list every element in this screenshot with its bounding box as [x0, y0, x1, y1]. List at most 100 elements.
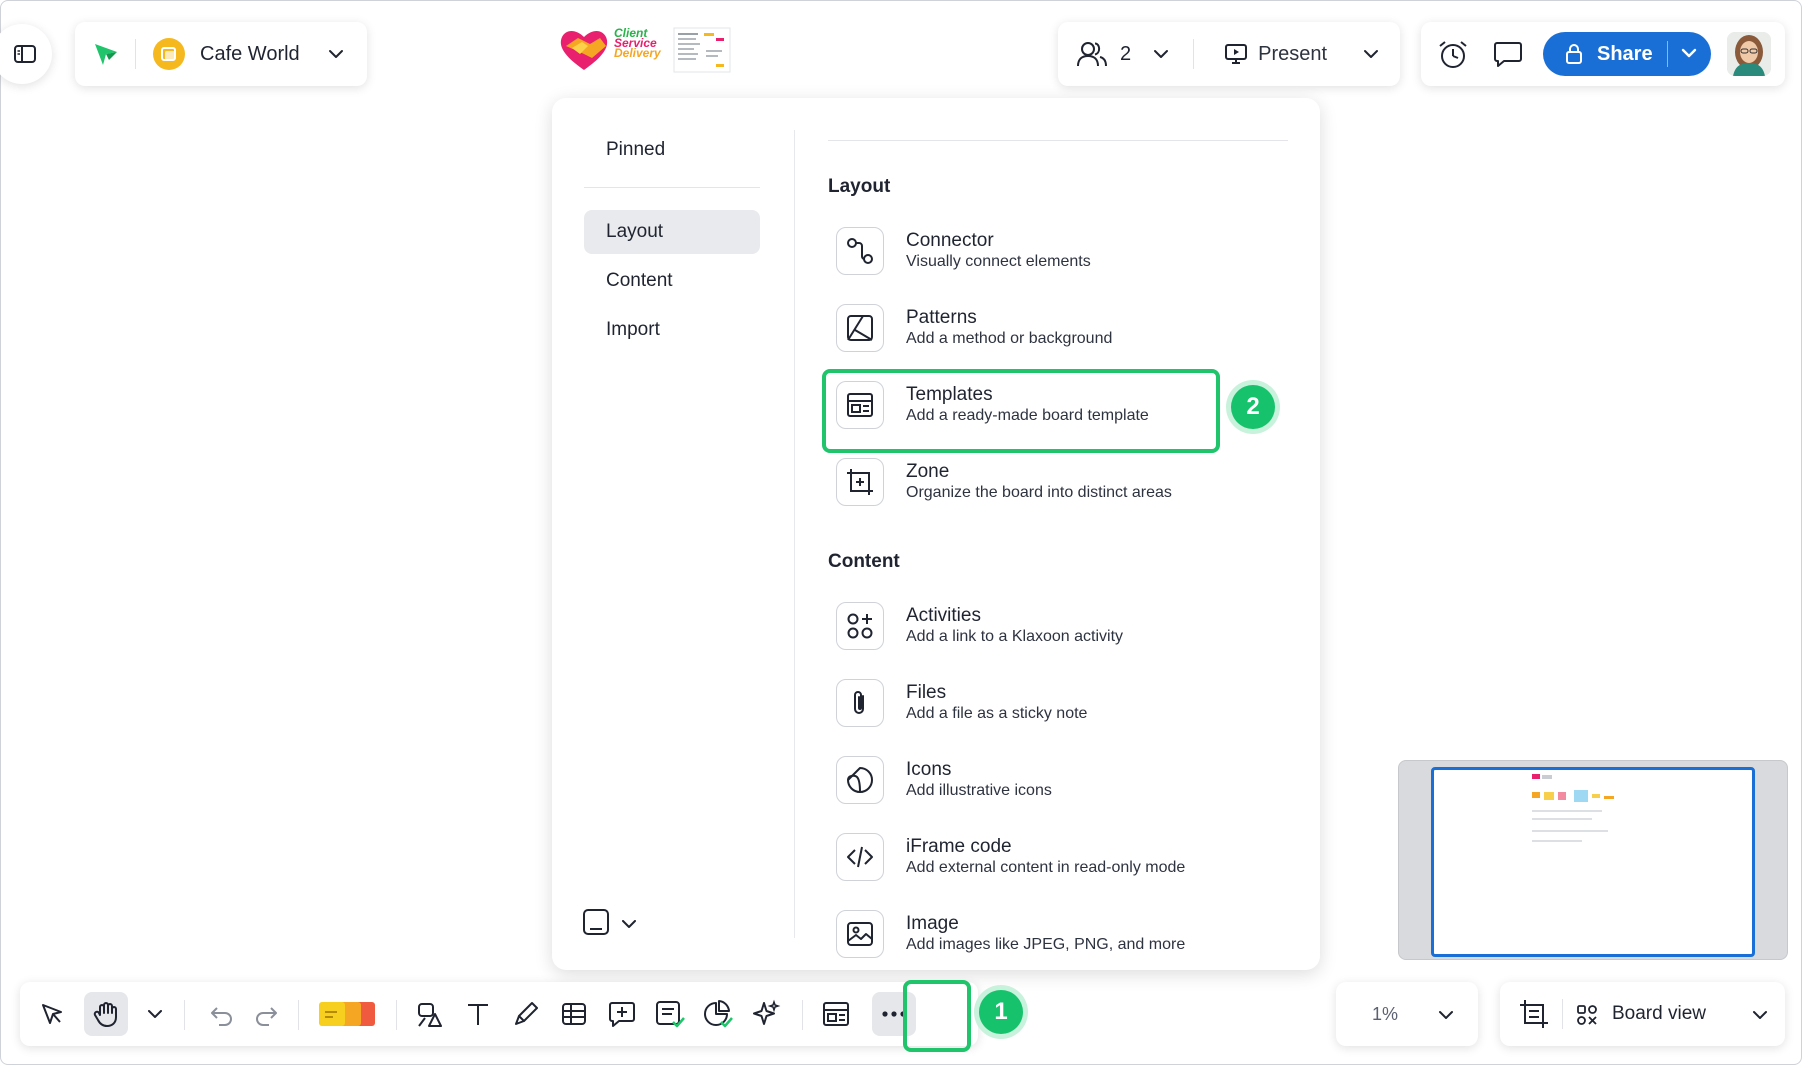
zoom-level: 1% [1372, 1004, 1399, 1024]
board-avatar-icon [152, 37, 186, 71]
templates-icon [821, 999, 851, 1029]
note-check-icon [654, 999, 686, 1029]
item-title: Activities [906, 605, 981, 626]
participants-count: 2 [1120, 42, 1132, 65]
chevron-down-icon[interactable] [1363, 49, 1379, 59]
comment-tool-button[interactable] [600, 992, 644, 1036]
insert-menu: Pinned Layout Content Import Layout Conn… [552, 98, 1320, 970]
pie-check-icon [702, 999, 734, 1029]
comment-icon[interactable] [1493, 40, 1523, 68]
share-button[interactable]: Share [1543, 32, 1711, 76]
logo-text-3: Delivery [614, 46, 661, 60]
chevron-down-icon[interactable] [1681, 48, 1697, 58]
users-icon[interactable] [1076, 40, 1108, 68]
menu-item-activities[interactable]: Activities Add a link to a Klaxoon activi… [836, 591, 1276, 661]
zoom-control[interactable]: 1% [1336, 982, 1478, 1046]
text-tool-button[interactable] [456, 992, 500, 1036]
menu-category-pinned[interactable]: Pinned [584, 128, 760, 172]
item-title: iFrame code [906, 836, 1012, 857]
pen-icon [512, 1000, 540, 1028]
item-title: Connector [906, 230, 994, 251]
item-description: Add images like JPEG, PNG, and more [906, 936, 1186, 953]
chevron-down-icon[interactable] [328, 49, 344, 59]
hand-icon [92, 1000, 120, 1028]
menu-item-image[interactable]: Image Add images like JPEG, PNG, and more [836, 899, 1276, 969]
pointer-icon [39, 1001, 65, 1027]
undo-button[interactable] [200, 992, 244, 1036]
add-comment-icon [607, 1000, 637, 1028]
sparkle-icon [751, 999, 781, 1029]
chevron-down-icon[interactable] [148, 1010, 162, 1018]
item-title: Image [906, 913, 959, 934]
menu-item-zone[interactable]: Zone Organize the board into distinct are… [836, 447, 1276, 517]
item-description: Add a link to a Klaxoon activity [906, 628, 1124, 645]
divider [1193, 39, 1195, 69]
timer-icon[interactable] [1437, 38, 1469, 70]
shapes-tool-button[interactable] [408, 992, 452, 1036]
table-icon [560, 1000, 588, 1028]
menu-categories: Pinned Layout Content Import [584, 128, 760, 357]
redo-button[interactable] [244, 992, 288, 1036]
patterns-icon [845, 313, 875, 343]
chevron-down-icon[interactable] [622, 920, 636, 928]
board-view-icon [1576, 1004, 1598, 1026]
klaxoon-logo-icon [93, 41, 119, 67]
step-badge-1: 1 [974, 985, 1028, 1039]
undo-icon [209, 1002, 235, 1026]
sticky-notes-icon [315, 999, 379, 1029]
minimap-viewport[interactable] [1431, 767, 1755, 957]
templates-tool-button[interactable] [814, 992, 858, 1036]
item-title: Patterns [906, 307, 977, 328]
board-selector[interactable]: Cafe World [75, 22, 367, 86]
bottom-toolbar [20, 982, 978, 1046]
ai-tool-button[interactable] [744, 992, 788, 1036]
pen-tool-button[interactable] [504, 992, 548, 1036]
item-title: Icons [906, 759, 952, 780]
menu-item-files[interactable]: Files Add a file as a sticky note [836, 668, 1276, 738]
vote-tool-button[interactable] [648, 992, 692, 1036]
menu-category-import[interactable]: Import [584, 308, 760, 352]
board-view-label[interactable]: Board view [1612, 1003, 1706, 1025]
menu-category-layout[interactable]: Layout [584, 210, 760, 254]
user-avatar[interactable] [1727, 32, 1771, 76]
divider [135, 39, 136, 69]
tools-bar: Share [1421, 22, 1785, 86]
item-description: Add external content in read-only mode [906, 859, 1186, 876]
item-description: Organize the board into distinct areas [906, 484, 1172, 501]
fit-frame-icon[interactable] [1518, 998, 1550, 1030]
divider [1562, 999, 1563, 1029]
tablet-icon[interactable] [582, 908, 610, 936]
item-title: Files [906, 682, 947, 703]
chevron-down-icon[interactable] [1153, 49, 1169, 59]
menu-item-connector[interactable]: Connector Visually connect elements [836, 216, 1276, 286]
menu-item-patterns[interactable]: Patterns Add a method or background [836, 293, 1276, 363]
menu-category-content[interactable]: Content [584, 259, 760, 303]
chart-tool-button[interactable] [696, 992, 740, 1036]
select-tool-button[interactable] [30, 992, 74, 1036]
code-icon [845, 842, 875, 872]
item-description: Visually connect elements [906, 253, 1091, 270]
chevron-down-icon[interactable] [1438, 1010, 1454, 1020]
menu-item-icons[interactable]: Icons Add illustrative icons [836, 745, 1276, 815]
collaboration-bar: 2 Present [1058, 22, 1400, 86]
hand-tool-button[interactable] [84, 992, 128, 1036]
text-icon [465, 1001, 491, 1027]
zone-icon [845, 467, 875, 497]
activities-icon [845, 611, 875, 641]
sticky-notes-button[interactable] [312, 992, 382, 1036]
sticker-icon [845, 765, 875, 795]
menu-item-iframe[interactable]: iFrame code Add external content in read-… [836, 822, 1276, 892]
chevron-down-icon[interactable] [1752, 1010, 1768, 1020]
present-icon[interactable] [1224, 42, 1248, 66]
divider [298, 1000, 299, 1030]
present-button-label[interactable]: Present [1258, 43, 1327, 66]
minimap[interactable] [1398, 760, 1788, 960]
section-title-layout: Layout [828, 176, 891, 197]
divider [584, 187, 760, 188]
divider [396, 1000, 397, 1030]
more-tools-highlight [903, 980, 971, 1052]
table-tool-button[interactable] [552, 992, 596, 1036]
divider [794, 130, 795, 938]
divider [1667, 41, 1668, 67]
connector-icon [845, 236, 875, 266]
